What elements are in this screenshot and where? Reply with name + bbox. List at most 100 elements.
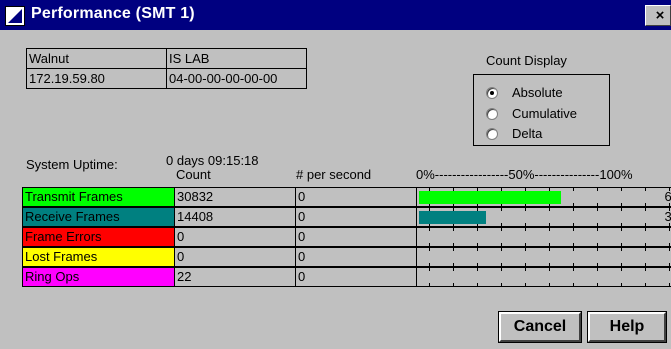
scale-tick [645,208,646,211]
stat-percent-value: 0 [649,249,671,264]
radio-button[interactable] [486,108,498,120]
percent-scale-header: 0%-----------------50%---------------100… [416,167,633,182]
scale-tick [645,243,646,246]
close-icon: × [655,7,665,24]
scale-tick [573,203,574,206]
scale-tick [549,248,550,251]
scale-tick [573,268,574,271]
stat-percent-bar [419,211,486,224]
stat-name: Ring Ops [22,267,174,287]
scale-tick [549,263,550,266]
scale-tick [621,263,622,266]
stat-count: 14408 [174,207,295,227]
scale-tick [645,268,646,271]
scale-tick [501,248,502,251]
stat-count: 0 [174,247,295,267]
scale-tick [525,268,526,271]
table-row: Receive Frames144080 32 [22,207,671,227]
scale-tick [597,263,598,266]
scale-tick [525,283,526,286]
radio-label: Delta [512,126,543,141]
table-row: Ring Ops2200 [22,267,671,287]
table-row: Walnut IS LAB [26,48,307,69]
scale-tick [597,188,598,191]
scale-tick [549,228,550,231]
table-row: 172.19.59.80 04-00-00-00-00-00 [26,68,307,89]
scale-tick [573,263,574,266]
scale-tick [453,228,454,231]
scale-tick [501,263,502,266]
stat-per-second: 0 [295,267,416,287]
stat-percent-bar-area: 0 [416,247,671,267]
stat-percent-bar-area: 0 [416,267,671,287]
scale-tick [453,283,454,286]
scale-tick [645,248,646,251]
scale-tick [429,283,430,286]
stat-per-second: 0 [295,207,416,227]
scale-tick [525,208,526,211]
scale-tick [501,228,502,231]
scale-tick [645,263,646,266]
node-mac-address: 04-00-00-00-00-00 [166,68,307,89]
scale-tick [525,223,526,226]
scale-tick [621,248,622,251]
table-row: Lost Frames000 [22,247,671,267]
scale-tick [621,203,622,206]
scale-tick [597,248,598,251]
scale-tick [621,268,622,271]
radio-button[interactable] [486,128,498,140]
stat-percent-bar-area: 0 [416,227,671,247]
node-name: Walnut [26,48,167,69]
scale-tick [573,248,574,251]
scale-tick [549,283,550,286]
title-bar[interactable]: Performance (SMT 1) × [0,0,671,30]
scale-tick [621,283,622,286]
scale-tick [429,228,430,231]
scale-tick [621,188,622,191]
count-column-header: Count [176,167,211,182]
stat-per-second: 0 [295,187,416,207]
scale-tick [645,188,646,191]
cancel-button[interactable]: Cancel [498,311,582,343]
scale-tick [477,283,478,286]
scale-tick [645,203,646,206]
node-location: IS LAB [166,48,307,69]
stat-count: 22 [174,267,295,287]
stat-count: 0 [174,227,295,247]
scale-tick [573,208,574,211]
stat-percent-value: 0 [649,269,671,284]
scale-tick [597,228,598,231]
scale-tick [549,243,550,246]
radio-button[interactable] [486,87,498,99]
stat-percent-bar-area: 68 [416,187,671,207]
close-button[interactable]: × [645,5,671,26]
stat-percent-value: 0 [649,229,671,244]
scale-tick [645,228,646,231]
node-ip-address: 172.19.59.80 [26,68,167,89]
help-button[interactable]: Help [587,311,667,343]
window-title: Performance (SMT 1) [31,5,195,22]
scale-tick [597,283,598,286]
scale-tick [429,263,430,266]
stat-count: 30832 [174,187,295,207]
scale-tick [477,243,478,246]
table-row: Frame Errors000 [22,227,671,247]
scale-tick [549,208,550,211]
scale-tick [525,263,526,266]
scale-tick [501,243,502,246]
stat-percent-bar [419,191,561,204]
scale-tick [597,243,598,246]
scale-tick [501,223,502,226]
per-second-column-header: # per second [296,167,372,182]
scale-tick [621,208,622,211]
radio-label: Cumulative [512,106,578,121]
scale-tick [573,223,574,226]
table-row: Transmit Frames308320 68 [22,187,671,207]
scale-tick [645,223,646,226]
scale-tick [453,268,454,271]
stat-percent-value: 68 [664,189,671,204]
scale-tick [453,263,454,266]
radio-label: Absolute [512,85,563,100]
count-display-group: Absolute Cumulative Delta [473,74,610,146]
stat-name: Receive Frames [22,207,174,227]
